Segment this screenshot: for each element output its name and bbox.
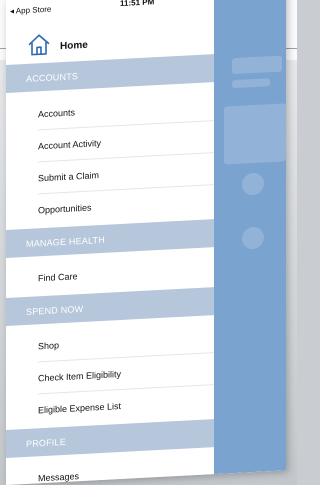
phone-screen: ◂ App Store 11:51 PM ◀ ▮▮ ▬ Home ACCOUNT… [6,0,286,485]
home-label: Home [60,39,88,53]
main-content-overlay[interactable] [214,0,286,475]
home-icon [28,34,50,56]
ghost-header [232,55,282,75]
status-icons: ◀ ▮▮ ▬ [224,0,251,1]
ghost-icon-2 [242,226,264,250]
ghost-subheader [232,78,270,89]
ghost-card [224,103,286,165]
navigation-drawer: Home ACCOUNTS Accounts Account Activity … [6,9,214,485]
status-time: 11:51 PM [120,0,155,9]
ghost-icon [242,172,264,196]
status-carrier[interactable]: ◂ App Store [10,5,51,16]
